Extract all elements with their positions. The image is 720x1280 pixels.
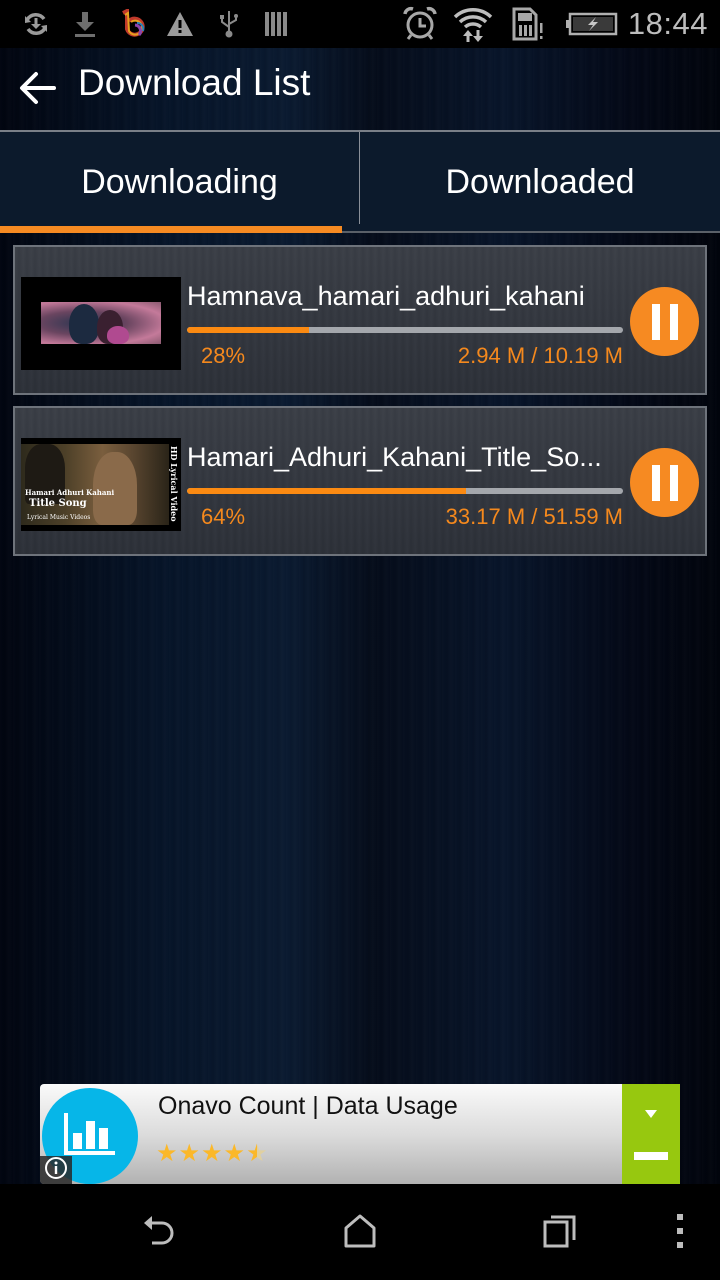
progress-fill bbox=[187, 327, 310, 333]
ad-banner[interactable]: Onavo Count | Data Usage ★ ★ ★ ★ ★ bbox=[40, 1084, 680, 1184]
caret-down-icon bbox=[645, 1110, 657, 1118]
download-icon bbox=[73, 8, 97, 40]
star-icon: ★ bbox=[178, 1140, 201, 1167]
download-bar-icon bbox=[634, 1152, 668, 1160]
download-file-name: Hamnava_hamari_adhuri_kahani bbox=[187, 281, 585, 311]
pause-button[interactable] bbox=[630, 287, 699, 356]
info-icon bbox=[44, 1156, 68, 1185]
download-size: 33.17 M / 51.59 M bbox=[445, 504, 623, 529]
arrow-left-icon bbox=[18, 68, 58, 113]
nav-back-button[interactable] bbox=[130, 1208, 190, 1258]
sync-download-icon bbox=[22, 8, 50, 40]
battery-charging-icon bbox=[566, 8, 618, 40]
status-time: 18:44 bbox=[627, 6, 708, 41]
back-button[interactable] bbox=[16, 68, 60, 112]
home-icon bbox=[344, 1214, 376, 1253]
video-thumbnail: Hamari Adhuri Kahani Title Song Lyrical … bbox=[21, 438, 181, 531]
thumbnail-caption: Lyrical Music Videos bbox=[27, 514, 91, 521]
pause-button[interactable] bbox=[630, 448, 699, 517]
bar-chart-icon bbox=[63, 1111, 117, 1162]
download-percent: 64% bbox=[201, 504, 246, 529]
progress-bar bbox=[187, 488, 623, 494]
sim-alert-icon bbox=[512, 7, 546, 41]
usb-icon bbox=[218, 8, 240, 40]
download-file-name: Hamari_Adhuri_Kahani_Title_So... bbox=[187, 442, 602, 472]
star-icon: ★ bbox=[201, 1140, 223, 1167]
tab-downloading[interactable]: Downloading bbox=[0, 132, 359, 233]
nav-recents-button[interactable] bbox=[530, 1208, 590, 1258]
back-icon bbox=[142, 1213, 178, 1254]
ad-info-button[interactable] bbox=[40, 1156, 72, 1184]
star-icon: ★ bbox=[156, 1140, 178, 1167]
star-icon: ★ bbox=[223, 1140, 246, 1167]
recents-icon bbox=[543, 1214, 577, 1253]
thumbnail-vertical-caption: HD Lyrical Video bbox=[169, 446, 179, 522]
video-thumbnail bbox=[21, 277, 181, 370]
download-percent: 28% bbox=[201, 343, 246, 368]
thumbnail-image bbox=[21, 444, 169, 525]
tab-underline bbox=[342, 231, 720, 233]
alarm-icon bbox=[402, 6, 438, 40]
download-item[interactable]: Hamnava_hamari_adhuri_kahani 28% 2.94 M … bbox=[13, 245, 707, 395]
progress-bar bbox=[187, 327, 623, 333]
progress-fill bbox=[187, 488, 467, 494]
warning-icon bbox=[166, 8, 194, 40]
barcode-icon bbox=[264, 8, 288, 40]
download-size: 2.94 M / 10.19 M bbox=[457, 343, 623, 368]
active-tab-indicator bbox=[0, 226, 342, 233]
app-header: Download List bbox=[0, 48, 720, 130]
half-star-icon: ★ bbox=[246, 1140, 268, 1167]
thumbnail-caption: Hamari Adhuri Kahani bbox=[25, 488, 115, 497]
thumbnail-image bbox=[41, 302, 161, 344]
nav-home-button[interactable] bbox=[330, 1208, 390, 1258]
ad-rating: ★ ★ ★ ★ ★ bbox=[156, 1140, 268, 1168]
pause-icon bbox=[647, 303, 683, 340]
pause-icon bbox=[647, 464, 683, 501]
nav-overflow-menu-button[interactable] bbox=[650, 1208, 710, 1258]
thumbnail-caption: Title Song bbox=[29, 498, 87, 509]
system-nav-bar bbox=[0, 1184, 720, 1280]
overflow-menu-icon bbox=[676, 1213, 684, 1254]
page-title: Download List bbox=[78, 62, 311, 103]
ad-title: Onavo Count | Data Usage bbox=[158, 1092, 458, 1120]
app-logo-icon bbox=[117, 8, 147, 40]
download-item[interactable]: Hamari Adhuri Kahani Title Song Lyrical … bbox=[13, 406, 707, 556]
ad-install-button[interactable] bbox=[622, 1084, 680, 1184]
status-bar: 18:44 bbox=[0, 0, 720, 48]
tab-bar: Downloading Downloaded bbox=[0, 130, 720, 233]
wifi-icon bbox=[452, 8, 494, 42]
tab-downloaded[interactable]: Downloaded bbox=[360, 132, 720, 233]
